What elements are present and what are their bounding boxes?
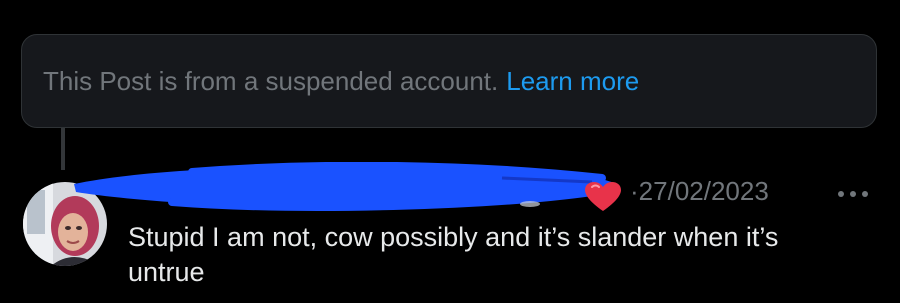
post-text: Stupid I am not, cow possibly and it’s s… (128, 222, 779, 287)
more-options-icon[interactable] (834, 183, 872, 205)
suspended-account-notice: This Post is from a suspended account. L… (21, 34, 877, 128)
post-date[interactable]: ·27/02/2023 (630, 176, 769, 207)
avatar[interactable] (23, 182, 107, 266)
avatar-image (23, 182, 107, 266)
date-separator: · (630, 176, 639, 206)
heart-icon (585, 182, 621, 211)
redaction-scribble (74, 162, 618, 211)
notice-text: This Post is from a suspended account. (43, 65, 499, 96)
date-text: 27/02/2023 (638, 176, 769, 206)
thread-connector-line (61, 128, 65, 170)
learn-more-link[interactable]: Learn more (506, 66, 639, 97)
